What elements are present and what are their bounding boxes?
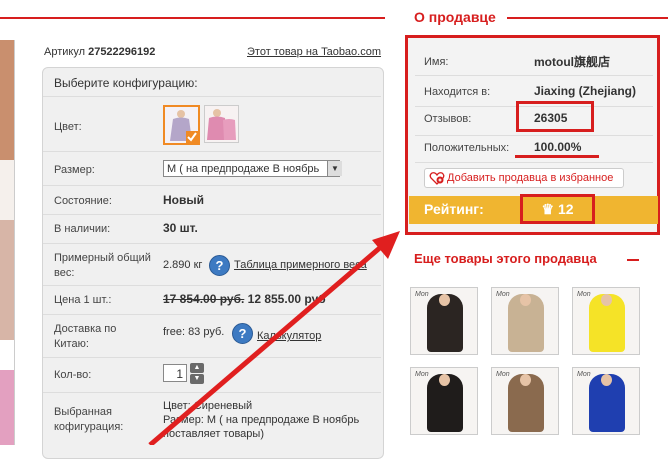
color-label: Цвет: bbox=[54, 121, 82, 133]
heart-icon bbox=[429, 172, 445, 185]
product-thumbnail[interactable]: Mon bbox=[572, 367, 640, 435]
row-divider bbox=[43, 392, 381, 393]
row-divider bbox=[43, 285, 381, 286]
color-swatch-pink[interactable] bbox=[204, 105, 239, 143]
product-thumbnail[interactable]: Mon bbox=[410, 367, 478, 435]
more-items-title: Еще товары этого продавца bbox=[414, 251, 597, 266]
swatch-photo bbox=[165, 107, 198, 143]
seller-name[interactable]: motoul旗舰店 bbox=[534, 53, 610, 70]
thumb-tag: Mon bbox=[577, 371, 591, 378]
weight-label: Примерный общий вес: bbox=[54, 252, 151, 279]
rating-label: Рейтинг: bbox=[424, 201, 484, 217]
config-title: Выберите конфигурацию: bbox=[54, 76, 198, 90]
selected-size: Размер: M ( на предпродаже В ноябрь bbox=[163, 414, 360, 426]
product-thumbnail[interactable]: Mon bbox=[410, 287, 478, 355]
thumb-head bbox=[439, 374, 450, 386]
thumb-tag: Mon bbox=[415, 371, 429, 378]
seller-positive-label: Положительных: bbox=[424, 142, 510, 154]
weight-value: 2.890 кг bbox=[163, 259, 203, 271]
seller-positive: 100.00% bbox=[534, 140, 582, 154]
more-items-rule bbox=[627, 259, 639, 261]
chevron-down-icon[interactable]: ▼ bbox=[327, 161, 342, 176]
seller-reviews: 26305 bbox=[534, 111, 568, 125]
product-photo-3 bbox=[0, 220, 14, 340]
crown-icon: ♛ bbox=[541, 201, 555, 217]
size-select[interactable]: M ( на предпродаже В ноябрь bbox=[163, 160, 340, 177]
help-icon[interactable]: ? bbox=[209, 255, 230, 276]
row-divider bbox=[415, 75, 653, 76]
weight-table-link[interactable]: Таблица примерного веса bbox=[234, 259, 367, 271]
thumb-tag: Mon bbox=[577, 291, 591, 298]
seller-title: О продавце bbox=[414, 9, 496, 25]
condition-value: Новый bbox=[163, 193, 204, 207]
row-divider bbox=[415, 162, 653, 163]
delivery-label: Доставка по Китаю: bbox=[54, 323, 117, 350]
price-new: 12 855.00 руб bbox=[247, 292, 326, 306]
article-info: Артикул 27522296192 bbox=[44, 46, 155, 58]
delivery-value: free: 83 руб. bbox=[163, 326, 225, 338]
price-values: 17 854.00 руб. 12 855.00 руб bbox=[163, 292, 326, 306]
product-photo-2 bbox=[0, 160, 14, 220]
thumb-tag: Mon bbox=[496, 291, 510, 298]
size-label: Размер: bbox=[54, 164, 95, 176]
selected-note: поставляет товары) bbox=[163, 428, 264, 440]
row-divider bbox=[43, 214, 381, 215]
calculator-link[interactable]: Калькулятор bbox=[257, 330, 321, 342]
product-image-strip[interactable] bbox=[0, 40, 15, 445]
quantity-stepper[interactable]: 1 bbox=[163, 364, 187, 382]
product-photo-4 bbox=[0, 340, 14, 370]
add-favorite-seller-button[interactable]: Добавить продавца в избранное bbox=[424, 168, 624, 188]
condition-label: Состояние: bbox=[54, 195, 112, 207]
product-thumbnail[interactable]: Mon bbox=[491, 287, 559, 355]
add-favorite-label: Добавить продавца в избранное bbox=[447, 172, 614, 184]
product-thumbnail[interactable]: Mon bbox=[572, 287, 640, 355]
seller-reviews-label: Отзывов: bbox=[424, 113, 472, 125]
thumb-head bbox=[601, 374, 612, 386]
selected-config-value: Цвет: Сиреневый Размер: M ( на предпрода… bbox=[163, 399, 359, 441]
thumb-head bbox=[439, 294, 450, 306]
qty-label: Кол-во: bbox=[54, 369, 92, 381]
color-swatch-lilac[interactable] bbox=[163, 105, 200, 145]
thumb-head bbox=[520, 374, 531, 386]
seller-location-label: Находится в: bbox=[424, 86, 491, 98]
qty-up-icon[interactable]: ▲ bbox=[190, 363, 204, 373]
seller-location: Jiaxing (Zhejiang) bbox=[534, 84, 637, 98]
product-photo-1 bbox=[0, 40, 14, 160]
row-divider bbox=[43, 243, 381, 244]
rating-value-box: ♛ 12 bbox=[520, 194, 595, 224]
thumb-tag: Mon bbox=[415, 291, 429, 298]
product-thumbnail[interactable]: Mon bbox=[491, 367, 559, 435]
row-divider bbox=[43, 357, 381, 358]
positive-underline bbox=[515, 155, 599, 158]
stock-label: В наличии: bbox=[54, 223, 111, 235]
qty-down-icon[interactable]: ▼ bbox=[190, 374, 204, 384]
article-number: 27522296192 bbox=[88, 46, 156, 58]
stock-value: 30 шт. bbox=[163, 221, 198, 235]
taobao-link[interactable]: Этот товар на Taobao.com bbox=[247, 46, 381, 58]
row-divider bbox=[43, 185, 381, 186]
thumb-head bbox=[520, 294, 531, 306]
row-divider bbox=[43, 96, 381, 97]
article-label: Артикул bbox=[44, 46, 86, 58]
price-label: Цена 1 шт.: bbox=[54, 294, 112, 306]
help-icon[interactable]: ? bbox=[232, 323, 253, 344]
header-rule bbox=[0, 17, 385, 19]
row-divider bbox=[43, 314, 381, 315]
thumb-tag: Mon bbox=[496, 371, 510, 378]
price-old: 17 854.00 руб. bbox=[163, 292, 245, 306]
thumb-head bbox=[601, 294, 612, 306]
rating-value: 12 bbox=[557, 201, 574, 217]
product-photo-5 bbox=[0, 370, 14, 445]
swatch-photo bbox=[205, 106, 238, 142]
seller-title-rule bbox=[507, 17, 668, 19]
row-divider bbox=[415, 135, 653, 136]
selected-color: Цвет: Сиреневый bbox=[163, 400, 253, 412]
selected-config-label: Выбранная кофигурация: bbox=[54, 406, 124, 433]
seller-name-label: Имя: bbox=[424, 56, 449, 68]
row-divider bbox=[43, 151, 381, 152]
